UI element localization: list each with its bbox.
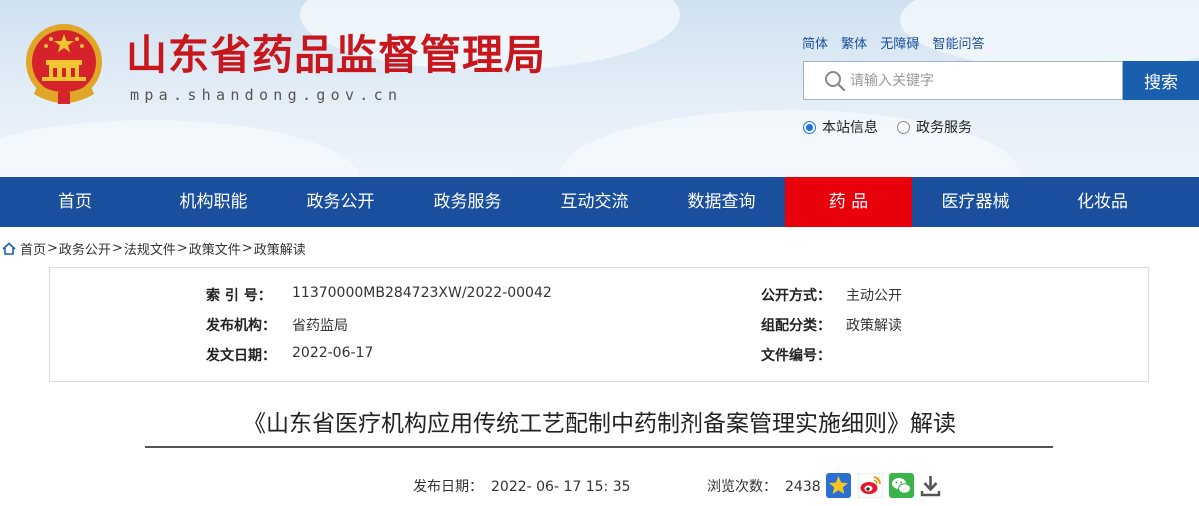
nav-drugs[interactable]: 药 品 [785,177,912,227]
breadcrumb-policy-interpretation[interactable]: 政策解读 [254,239,306,258]
scope-site-info[interactable]: 本站信息 [803,117,878,137]
category-value: 政策解读 [846,318,902,334]
breadcrumb-home[interactable]: 首页 [20,239,46,258]
nav-gov-service[interactable]: 政务服务 [404,177,531,227]
document-meta-box: 索 引 号： 11370000MB284723XW/2022-00042 公开方… [49,267,1149,382]
breadcrumb: 首页 > 政务公开 > 法规文件 > 政策文件 > 政策解读 [2,239,306,258]
qzone-star-icon[interactable] [826,473,851,498]
breadcrumb-regulations[interactable]: 法规文件 [124,239,176,258]
date-label: 发文日期： [206,348,276,364]
publish-date: 发布日期： 2022- 06- 17 15: 35 [413,476,631,496]
search-box [803,61,1123,100]
link-smart-qa[interactable]: 智能问答 [932,37,984,52]
nav-devices[interactable]: 医疗器械 [912,177,1039,227]
publish-value: 2022- 06- 17 15: 35 [491,479,631,495]
view-count: 浏览次数： 2438 [707,476,821,496]
scope-label: 政务服务 [916,120,972,136]
nav-data-query[interactable]: 数据查询 [658,177,785,227]
main-nav: 首页 机构职能 政务公开 政务服务 互动交流 数据查询 药 品 医疗器械 化妆品 [0,177,1199,227]
nav-gov-affairs[interactable]: 政务公开 [277,177,404,227]
publish-label: 发布日期： [413,479,483,495]
article-title: 《山东省医疗机构应用传统工艺配制中药制剂备案管理实施细则》解读 [243,411,956,437]
breadcrumb-gov-affairs[interactable]: 政务公开 [59,239,111,258]
weibo-icon[interactable] [858,473,883,498]
site-title[interactable]: 山东省药品监督管理局 [126,30,546,80]
views-value: 2438 [785,479,821,495]
link-accessibility[interactable]: 无障碍 [880,37,919,52]
index-value: 11370000MB284723XW/2022-00042 [292,285,552,301]
site-domain: mpa.shandong.gov.cn [130,86,403,104]
nav-cosmetics[interactable]: 化妆品 [1039,177,1166,227]
link-traditional[interactable]: 繁体 [841,37,867,52]
search-button[interactable]: 搜索 [1123,61,1199,100]
scope-gov-service[interactable]: 政务服务 [897,117,972,137]
scope-label: 本站信息 [822,120,878,136]
date-value: 2022-06-17 [292,345,374,361]
issuer-label: 发布机构： [206,318,276,334]
publish-mode-value: 主动公开 [846,288,902,304]
title-divider [145,446,1053,448]
index-label: 索 引 号： [206,288,272,304]
category-label: 组配分类： [761,318,831,334]
nav-home[interactable]: 首页 [0,177,150,227]
top-links: 简体 繁体 无障碍 智能问答 [802,33,993,52]
search-icon [825,71,846,92]
link-simplified[interactable]: 简体 [802,37,828,52]
wechat-icon[interactable] [889,473,914,498]
nav-functions[interactable]: 机构职能 [150,177,277,227]
search-scope: 本站信息 政务服务 [803,117,991,137]
radio-unselected-icon[interactable] [897,120,910,134]
site-header: 山东省药品监督管理局 mpa.shandong.gov.cn 简体 繁体 无障碍… [0,0,1199,177]
home-icon [2,242,16,255]
doc-no-label: 文件编号： [761,348,831,364]
publish-mode-label: 公开方式： [761,288,831,304]
breadcrumb-policy-docs[interactable]: 政策文件 [189,239,241,258]
nav-interaction[interactable]: 互动交流 [531,177,658,227]
national-emblem-icon [26,24,102,104]
download-icon[interactable] [918,473,943,498]
views-label: 浏览次数： [707,479,777,495]
radio-selected-icon[interactable] [803,120,816,134]
search-input[interactable] [850,62,1110,99]
issuer-value: 省药监局 [292,318,348,334]
